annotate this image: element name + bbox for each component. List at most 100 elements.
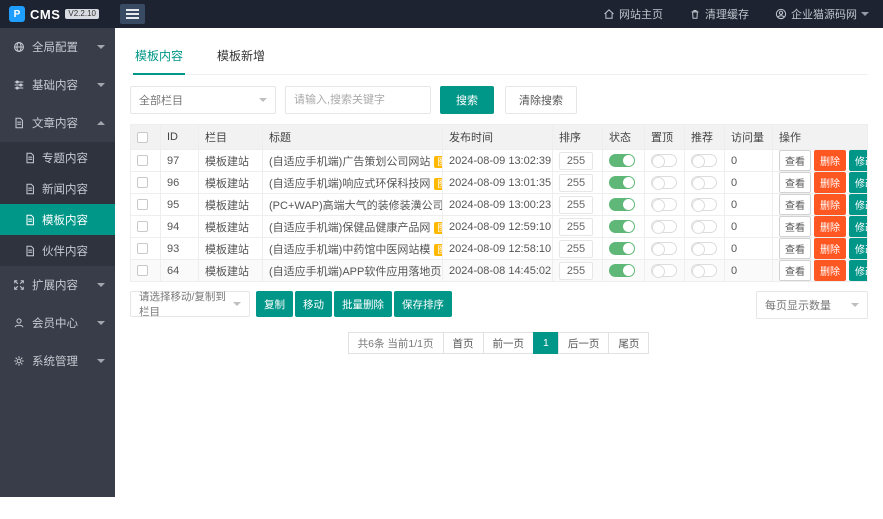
sidebar-item-topic-content[interactable]: 专题内容	[0, 142, 115, 173]
column-header: 排序	[553, 125, 603, 150]
row-checkbox[interactable]	[137, 199, 148, 210]
table-row: 64 模板建站 (自适应手机端)APP软件应用落地页图 2024-08-08 1…	[131, 260, 868, 282]
bulk-buttons: 复制移动批量删除保存排序	[256, 291, 452, 317]
edit-button[interactable]: 修改	[849, 238, 868, 259]
delete-button[interactable]: 删除	[814, 260, 846, 281]
sort-input[interactable]	[559, 174, 593, 192]
edit-button[interactable]: 修改	[849, 260, 868, 281]
home-icon	[603, 8, 615, 20]
page-next[interactable]: 后一页	[558, 332, 610, 354]
move-copy-select[interactable]: 请选择移动/复制到栏目	[130, 291, 250, 317]
file-icon	[24, 152, 36, 164]
page-first[interactable]: 首页	[443, 332, 484, 354]
content-table: ID栏目标题发布时间排序状态置顶推荐访问量操作 97 模板建站 (自适应手机端)…	[130, 124, 868, 282]
row-checkbox[interactable]	[137, 243, 148, 254]
recommend-toggle[interactable]	[691, 242, 717, 255]
status-toggle[interactable]	[609, 264, 635, 277]
delete-button[interactable]: 删除	[814, 238, 846, 259]
sidebar-item-system-manage[interactable]: 系统管理	[0, 342, 115, 380]
row-checkbox[interactable]	[137, 221, 148, 232]
row-checkbox[interactable]	[137, 155, 148, 166]
delete-button[interactable]: 删除	[814, 216, 846, 237]
cell-datetime: 2024-08-09 12:58:10	[443, 238, 553, 260]
delete-button[interactable]: 删除	[814, 150, 846, 171]
cell-category: 模板建站	[199, 238, 263, 260]
view-button[interactable]: 查看	[779, 238, 811, 259]
sidebar-item-partner-content[interactable]: 伙伴内容	[0, 235, 115, 266]
cell-datetime: 2024-08-09 13:02:39	[443, 150, 553, 172]
select-all-checkbox[interactable]	[137, 132, 148, 143]
top-toggle[interactable]	[651, 242, 677, 255]
view-button[interactable]: 查看	[779, 216, 811, 237]
sort-input[interactable]	[559, 152, 593, 170]
chevron-down-icon	[861, 12, 869, 16]
per-page-select-value: 每页显示数量	[765, 297, 831, 313]
column-header: 置顶	[645, 125, 685, 150]
recommend-toggle[interactable]	[691, 198, 717, 211]
sidebar-item-base-content[interactable]: 基础内容	[0, 66, 115, 104]
delete-button[interactable]: 删除	[814, 172, 846, 193]
tab-template-content[interactable]: 模板内容	[133, 38, 185, 75]
delete-button[interactable]: 删除	[814, 194, 846, 215]
image-badge: 图	[434, 222, 442, 234]
recommend-toggle[interactable]	[691, 154, 717, 167]
row-checkbox[interactable]	[137, 265, 148, 276]
status-toggle[interactable]	[609, 242, 635, 255]
recommend-toggle[interactable]	[691, 176, 717, 189]
search-input[interactable]	[285, 86, 431, 114]
view-button[interactable]: 查看	[779, 172, 811, 193]
hamburger-icon	[126, 9, 139, 11]
top-toggle[interactable]	[651, 220, 677, 233]
sidebar-item-extend-content[interactable]: 扩展内容	[0, 266, 115, 304]
search-button[interactable]: 搜索	[440, 86, 494, 114]
sort-input[interactable]	[559, 240, 593, 258]
top-toggle[interactable]	[651, 264, 677, 277]
view-button[interactable]: 查看	[779, 194, 811, 215]
topnav-site-home[interactable]: 网站主页	[603, 6, 663, 22]
recommend-toggle[interactable]	[691, 264, 717, 277]
row-checkbox[interactable]	[137, 177, 148, 188]
sort-input[interactable]	[559, 262, 593, 280]
save-sort-button[interactable]: 保存排序	[394, 291, 452, 317]
status-toggle[interactable]	[609, 176, 635, 189]
sidebar-item-article-content[interactable]: 文章内容	[0, 104, 115, 142]
chevron-down-icon	[97, 83, 105, 87]
clear-search-button[interactable]: 清除搜索	[505, 86, 577, 114]
topnav-clear-cache[interactable]: 清理缓存	[689, 6, 749, 22]
tab-template-add[interactable]: 模板新增	[215, 38, 267, 74]
edit-button[interactable]: 修改	[849, 172, 868, 193]
edit-button[interactable]: 修改	[849, 150, 868, 171]
page-last[interactable]: 尾页	[608, 332, 649, 354]
sort-input[interactable]	[559, 196, 593, 214]
cell-datetime: 2024-08-08 14:45:02	[443, 260, 553, 282]
batch-delete-button[interactable]: 批量删除	[334, 291, 392, 317]
status-toggle[interactable]	[609, 198, 635, 211]
sidebar-item-news-content[interactable]: 新闻内容	[0, 173, 115, 204]
page-page-1[interactable]: 1	[533, 332, 559, 354]
sidebar-submenu: 专题内容新闻内容模板内容伙伴内容	[0, 142, 115, 266]
move-button[interactable]: 移动	[295, 291, 332, 317]
edit-button[interactable]: 修改	[849, 216, 868, 237]
sidebar-toggle-button[interactable]	[120, 4, 145, 24]
page-prev[interactable]: 前一页	[483, 332, 535, 354]
recommend-toggle[interactable]	[691, 220, 717, 233]
sidebar-item-template-content[interactable]: 模板内容	[0, 204, 115, 235]
top-toggle[interactable]	[651, 198, 677, 211]
copy-button[interactable]: 复制	[256, 291, 293, 317]
top-toggle[interactable]	[651, 154, 677, 167]
sidebar-item-global-config[interactable]: 全局配置	[0, 28, 115, 66]
status-toggle[interactable]	[609, 154, 635, 167]
trash-icon	[689, 8, 701, 20]
column-header: 栏目	[199, 125, 263, 150]
sort-input[interactable]	[559, 218, 593, 236]
topnav-account[interactable]: 企业猫源码网	[775, 6, 869, 22]
category-select[interactable]: 全部栏目	[130, 86, 276, 114]
status-toggle[interactable]	[609, 220, 635, 233]
edit-button[interactable]: 修改	[849, 194, 868, 215]
top-toggle[interactable]	[651, 176, 677, 189]
sidebar-item-member-center[interactable]: 会员中心	[0, 304, 115, 342]
view-button[interactable]: 查看	[779, 150, 811, 171]
cell-title: (自适应手机端)响应式环保科技网图	[263, 172, 443, 194]
per-page-select[interactable]: 每页显示数量	[756, 291, 868, 319]
view-button[interactable]: 查看	[779, 260, 811, 281]
